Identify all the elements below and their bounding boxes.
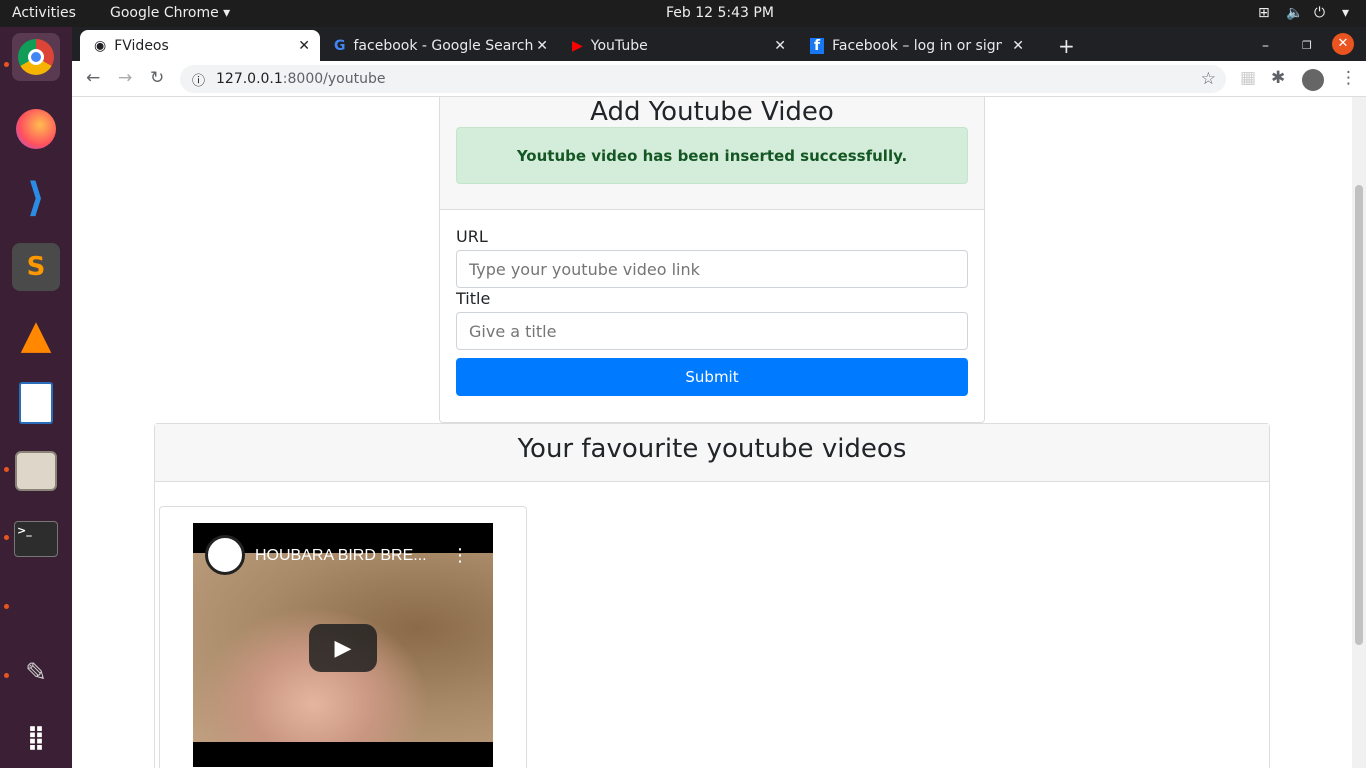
title-label: Title xyxy=(456,289,491,308)
app-menu[interactable]: Google Chrome ▾ xyxy=(110,5,230,21)
back-icon[interactable]: ← xyxy=(86,68,100,88)
add-video-card: Add Youtube Video Youtube video has been… xyxy=(439,97,985,423)
new-tab-button[interactable]: + xyxy=(1044,30,1075,61)
url-label: URL xyxy=(456,227,488,246)
dock: ⟩ S ▲ >_ ✎ ⣿ xyxy=(0,27,72,768)
tab-facebook[interactable]: f Facebook – log in or sign u ✕ xyxy=(796,30,1034,61)
close-window-button[interactable]: ✕ xyxy=(1332,33,1354,55)
video-title[interactable]: HOUBARA BIRD BRE... xyxy=(255,547,427,565)
scrollbar-thumb[interactable] xyxy=(1355,185,1363,645)
tab-title: facebook - Google Search xyxy=(353,37,534,54)
favourites-title: Your favourite youtube videos xyxy=(517,434,907,464)
address-bar[interactable]: ⓘ 127.0.0.1:8000/youtube ☆ xyxy=(180,65,1226,93)
bookmark-star-icon[interactable]: ☆ xyxy=(1201,69,1216,89)
forward-icon[interactable]: → xyxy=(118,68,132,88)
close-tab-icon[interactable]: ✕ xyxy=(536,38,548,54)
network-icon[interactable]: ⊞ xyxy=(1258,5,1270,21)
vscode-icon[interactable]: ⟩ xyxy=(12,174,60,222)
volume-icon[interactable]: 🔈 xyxy=(1286,5,1303,21)
video-card: HOUBARA BIRD BRE... ⋮ ▶ xyxy=(159,506,527,768)
success-alert: Youtube video has been inserted successf… xyxy=(456,127,968,184)
extensions-puzzle-icon[interactable]: ✱ xyxy=(1271,68,1285,88)
reload-icon[interactable]: ↻ xyxy=(150,68,164,88)
minimize-button[interactable]: – xyxy=(1248,30,1269,61)
terminal-icon[interactable]: >_ xyxy=(12,515,60,563)
tab-google-search[interactable]: Gfacebook - Google Search ✕ xyxy=(320,30,558,61)
scrollbar[interactable] xyxy=(1352,97,1366,768)
sublime-text-icon[interactable]: S xyxy=(12,243,60,291)
tab-title: YouTube xyxy=(590,37,648,54)
clock[interactable]: Feb 12 5:43 PM xyxy=(666,5,774,21)
close-tab-icon[interactable]: ✕ xyxy=(298,38,310,54)
extension-icon[interactable]: ▦ xyxy=(1240,68,1256,88)
power-icon[interactable]: ⏻ xyxy=(1314,5,1325,21)
google-icon: G xyxy=(334,37,346,54)
show-applications-icon[interactable]: ⣿ xyxy=(12,713,60,761)
channel-avatar[interactable] xyxy=(205,535,245,575)
globe-icon: ◉ xyxy=(94,37,107,54)
tab-title: Facebook – log in or sign u xyxy=(832,37,1003,54)
menu-kebab-icon[interactable]: ⋮ xyxy=(1340,68,1357,88)
system-top-bar: Activities Google Chrome ▾ Feb 12 5:43 P… xyxy=(0,0,1366,27)
play-button[interactable]: ▶ xyxy=(309,624,377,672)
tab-fvideos[interactable]: ◉ FVideos ✕ xyxy=(80,30,320,61)
browser-toolbar: ← → ↻ ⓘ 127.0.0.1:8000/youtube ☆ ▦ ✱ ⋮ xyxy=(72,61,1366,97)
chevron-down-icon[interactable]: ▾ xyxy=(1342,5,1349,21)
restore-button[interactable]: ❐ xyxy=(1288,30,1312,61)
firefox-icon[interactable] xyxy=(12,105,60,153)
libreoffice-writer-icon[interactable] xyxy=(12,379,60,427)
close-tab-icon[interactable]: ✕ xyxy=(774,38,786,54)
youtube-icon: ▶ xyxy=(572,37,583,54)
url-path: :8000/youtube xyxy=(282,71,386,87)
submit-button[interactable]: Submit xyxy=(456,358,968,396)
facebook-icon: f xyxy=(810,37,825,54)
url-input[interactable] xyxy=(456,250,968,288)
page-content: Add Youtube Video Youtube video has been… xyxy=(72,97,1352,768)
tab-youtube[interactable]: ▶ YouTube ✕ xyxy=(558,30,796,61)
title-input[interactable] xyxy=(456,312,968,350)
add-video-title: Add Youtube Video xyxy=(590,97,834,127)
tab-title: FVideos xyxy=(114,37,169,54)
info-icon: ⓘ xyxy=(192,73,206,89)
favourites-card: Your favourite youtube videos HOUBARA BI… xyxy=(154,423,1270,768)
text-editor-icon[interactable]: ✎ xyxy=(12,649,60,697)
vlc-icon[interactable]: ▲ xyxy=(12,311,60,359)
close-tab-icon[interactable]: ✕ xyxy=(1012,38,1024,54)
chrome-icon[interactable] xyxy=(12,33,60,81)
activities-button[interactable]: Activities xyxy=(12,5,76,21)
tab-strip: ◉ FVideos ✕ Gfacebook - Google Search ✕ ▶ Yo… xyxy=(72,27,1366,61)
url-host: 127.0.0.1 xyxy=(216,71,283,87)
files-icon[interactable] xyxy=(12,447,60,495)
profile-avatar[interactable] xyxy=(1302,69,1324,91)
youtube-video-embed[interactable]: HOUBARA BIRD BRE... ⋮ ▶ xyxy=(193,523,493,767)
more-options-icon[interactable]: ⋮ xyxy=(451,545,469,566)
